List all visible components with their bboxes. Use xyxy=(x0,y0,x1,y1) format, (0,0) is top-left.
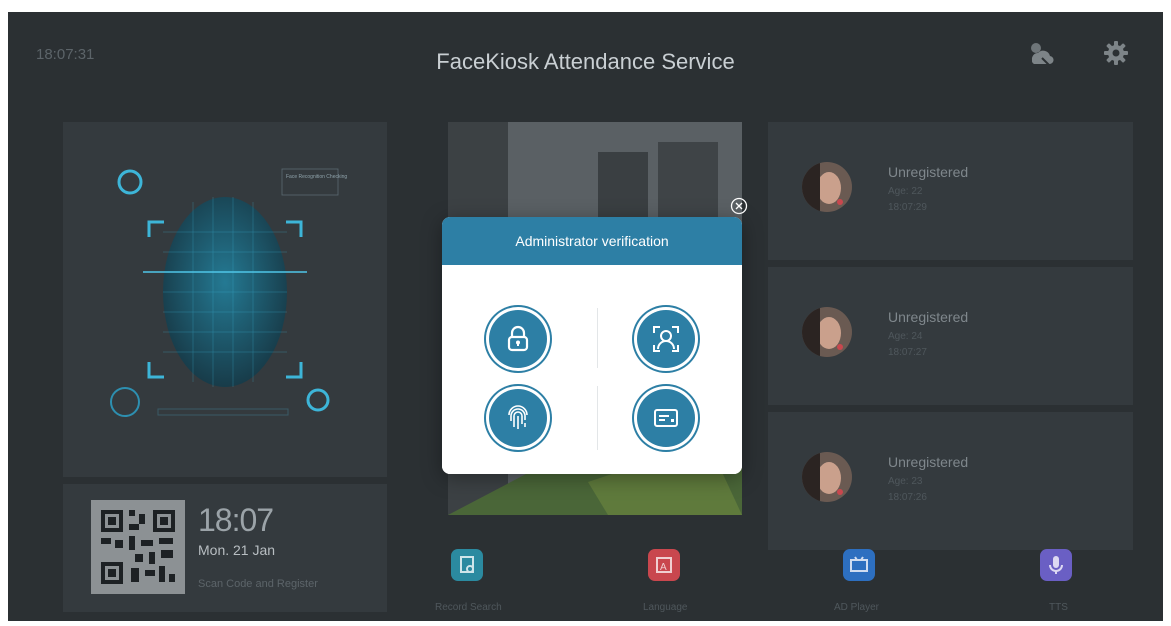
avatar xyxy=(802,307,852,357)
tts-label: TTS xyxy=(1049,602,1068,613)
weather-icon[interactable] xyxy=(1025,38,1055,68)
tts-button[interactable] xyxy=(1040,549,1072,581)
dialog-title: Administrator verification xyxy=(442,217,742,272)
record-time: 18:07:27 xyxy=(888,347,927,358)
language-button[interactable]: A xyxy=(648,549,680,581)
info-time: 18:07 xyxy=(198,502,274,538)
fingerprint-icon xyxy=(508,405,528,429)
face-scan-illustration: Face Recognition Checking xyxy=(110,168,347,417)
record-search-label: Record Search xyxy=(435,602,502,613)
record-age: Age: 22 xyxy=(888,186,923,197)
password-verify-button[interactable] xyxy=(489,310,547,368)
language-icon: A xyxy=(656,557,672,573)
face-scan-icon xyxy=(653,326,679,352)
scan-register-text: Scan Code and Register xyxy=(198,578,318,590)
record-status: Unregistered xyxy=(888,309,969,325)
fingerprint-verify-button[interactable] xyxy=(489,389,547,447)
language-label: Language xyxy=(643,602,688,613)
card-verify-button[interactable] xyxy=(637,389,695,447)
ad-player-label: AD Player xyxy=(834,602,880,613)
record-card[interactable]: Unregistered Age: 22 18:07:29 xyxy=(768,122,1133,260)
svg-text:A: A xyxy=(660,562,667,573)
admin-verification-dialog: Administrator verification xyxy=(442,217,742,474)
record-card[interactable]: Unregistered Age: 24 18:07:27 xyxy=(768,267,1133,405)
record-status: Unregistered xyxy=(888,454,969,470)
record-status: Unregistered xyxy=(888,164,969,180)
ad-player-button[interactable] xyxy=(843,549,875,581)
qr-code-icon[interactable] xyxy=(91,500,185,594)
password-lock-icon xyxy=(507,325,529,352)
record-time: 18:07:26 xyxy=(888,492,927,503)
record-search-icon xyxy=(460,556,474,573)
record-time: 18:07:29 xyxy=(888,202,927,213)
close-icon[interactable] xyxy=(730,197,748,215)
avatar xyxy=(802,452,852,502)
record-age: Age: 24 xyxy=(888,331,923,342)
record-age: Age: 23 xyxy=(888,476,923,487)
avatar xyxy=(802,162,852,212)
settings-gear-icon[interactable] xyxy=(1101,38,1131,68)
face-tag-text: Face Recognition Checking xyxy=(286,174,347,180)
record-search-button[interactable] xyxy=(451,549,483,581)
microphone-icon xyxy=(1049,556,1063,574)
info-date: Mon. 21 Jan xyxy=(198,542,276,558)
face-recognition-panel: Face Recognition Checking xyxy=(63,122,387,477)
record-card[interactable]: Unregistered Age: 23 18:07:26 xyxy=(768,412,1133,550)
card-icon xyxy=(654,409,678,427)
page-title: FaceKiosk Attendance Service xyxy=(436,49,735,74)
ad-player-icon xyxy=(850,556,868,572)
face-verify-button[interactable] xyxy=(637,310,695,368)
